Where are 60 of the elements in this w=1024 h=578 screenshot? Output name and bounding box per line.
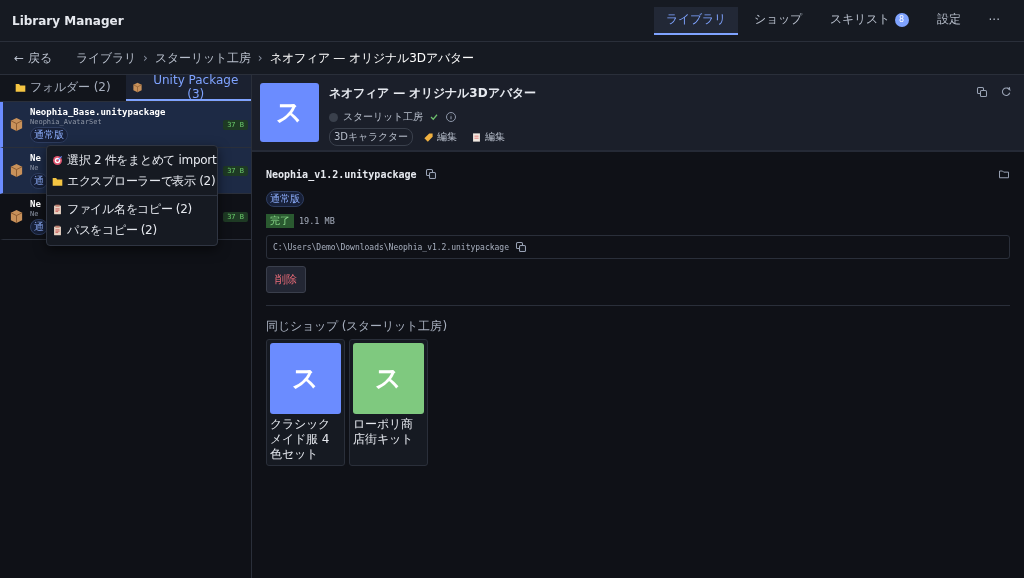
copy-icon[interactable] <box>515 241 527 253</box>
shop-avatar-icon <box>329 112 338 122</box>
folder-icon <box>14 81 26 93</box>
breadcrumb-link[interactable]: ネオフィア — オリジナル3Dアバター <box>269 49 474 67</box>
info-icon[interactable] <box>445 111 457 123</box>
clipboard-icon <box>52 225 63 236</box>
menu-item[interactable]: 選択 2 件をまとめて import <box>47 150 217 171</box>
box-icon <box>9 209 24 224</box>
breadcrumb-link[interactable]: スターリット工房 <box>154 49 251 67</box>
file-name: Neophia_v1.2.unitypackage <box>266 168 417 180</box>
memo-icon <box>471 131 483 143</box>
box-icon <box>131 81 143 93</box>
refresh-icon[interactable] <box>1000 86 1012 98</box>
edition-tag: 通常版 <box>30 126 68 143</box>
app-title: Library Manager <box>12 13 124 28</box>
target-icon <box>52 155 63 166</box>
file-name: Ne <box>30 198 41 209</box>
product-card[interactable]: ス クラシックメイド服 4色セット <box>266 339 345 466</box>
box-icon <box>9 117 24 132</box>
product-name: ローポリ商店街キット <box>353 417 414 447</box>
nav-tab[interactable]: ··· <box>976 6 1012 35</box>
sidebar-tab[interactable]: Unity Package (3) <box>125 75 251 101</box>
breadcrumb-separator: › <box>257 51 263 65</box>
sidebar-tab[interactable]: フォルダー (2) <box>0 75 126 101</box>
tag-icon <box>423 131 435 143</box>
tag-chip[interactable]: 編集 <box>419 128 462 146</box>
breadcrumb-link[interactable]: ライブラリ <box>75 49 136 67</box>
shop-name[interactable]: スターリット工房 <box>343 110 423 124</box>
status-tag: 完了 <box>266 214 294 228</box>
file-name: Neophia_Base.unitypackage <box>30 106 166 117</box>
nav-tab[interactable]: ライブラリ <box>653 6 738 35</box>
product-thumbnail: ス <box>353 343 424 414</box>
menu-item[interactable]: ファイル名をコピー (2) <box>47 199 217 220</box>
folder-icon <box>52 176 63 187</box>
count-badge: 8 <box>894 12 909 27</box>
product-name: クラシックメイド服 4色セット <box>270 417 331 462</box>
breadcrumb-separator: › <box>142 51 148 65</box>
delete-button[interactable]: 削除 <box>266 266 306 293</box>
copy-icon[interactable] <box>976 86 988 98</box>
clipboard-icon <box>52 204 63 215</box>
menu-item[interactable]: エクスプローラーで表示 (2) <box>47 171 217 192</box>
section-title: 同じショップ (スターリット工房) <box>266 318 448 335</box>
nav-tab[interactable]: ショップ <box>741 6 814 35</box>
product-thumbnail: ス <box>270 343 341 414</box>
nav-tab[interactable]: スキリスト 8 <box>817 6 921 35</box>
back-button[interactable]: ← 戻る <box>14 49 52 67</box>
folder-icon[interactable] <box>998 168 1010 180</box>
nav-tab[interactable]: 設定 <box>924 6 973 35</box>
file-size: 19.1 MB <box>299 216 335 226</box>
file-name: Ne <box>30 152 41 163</box>
product-title: ネオフィア — オリジナル3Dアバター <box>329 85 537 102</box>
tag-chip[interactable]: 編集 <box>467 128 510 146</box>
product-card[interactable]: ス ローポリ商店街キット <box>349 339 428 466</box>
product-thumbnail: ス <box>260 83 319 142</box>
box-icon <box>9 163 24 178</box>
path-field: C:\Users\Demo\Downloads\Neophia_v1.2.unitypackage <box>266 235 1010 259</box>
copy-icon[interactable] <box>424 168 437 180</box>
edition-tag: 通常版 <box>266 191 304 207</box>
tag-chip[interactable]: 3Dキャラクター <box>329 128 414 146</box>
menu-item[interactable]: パスをコピー (2) <box>47 220 217 241</box>
